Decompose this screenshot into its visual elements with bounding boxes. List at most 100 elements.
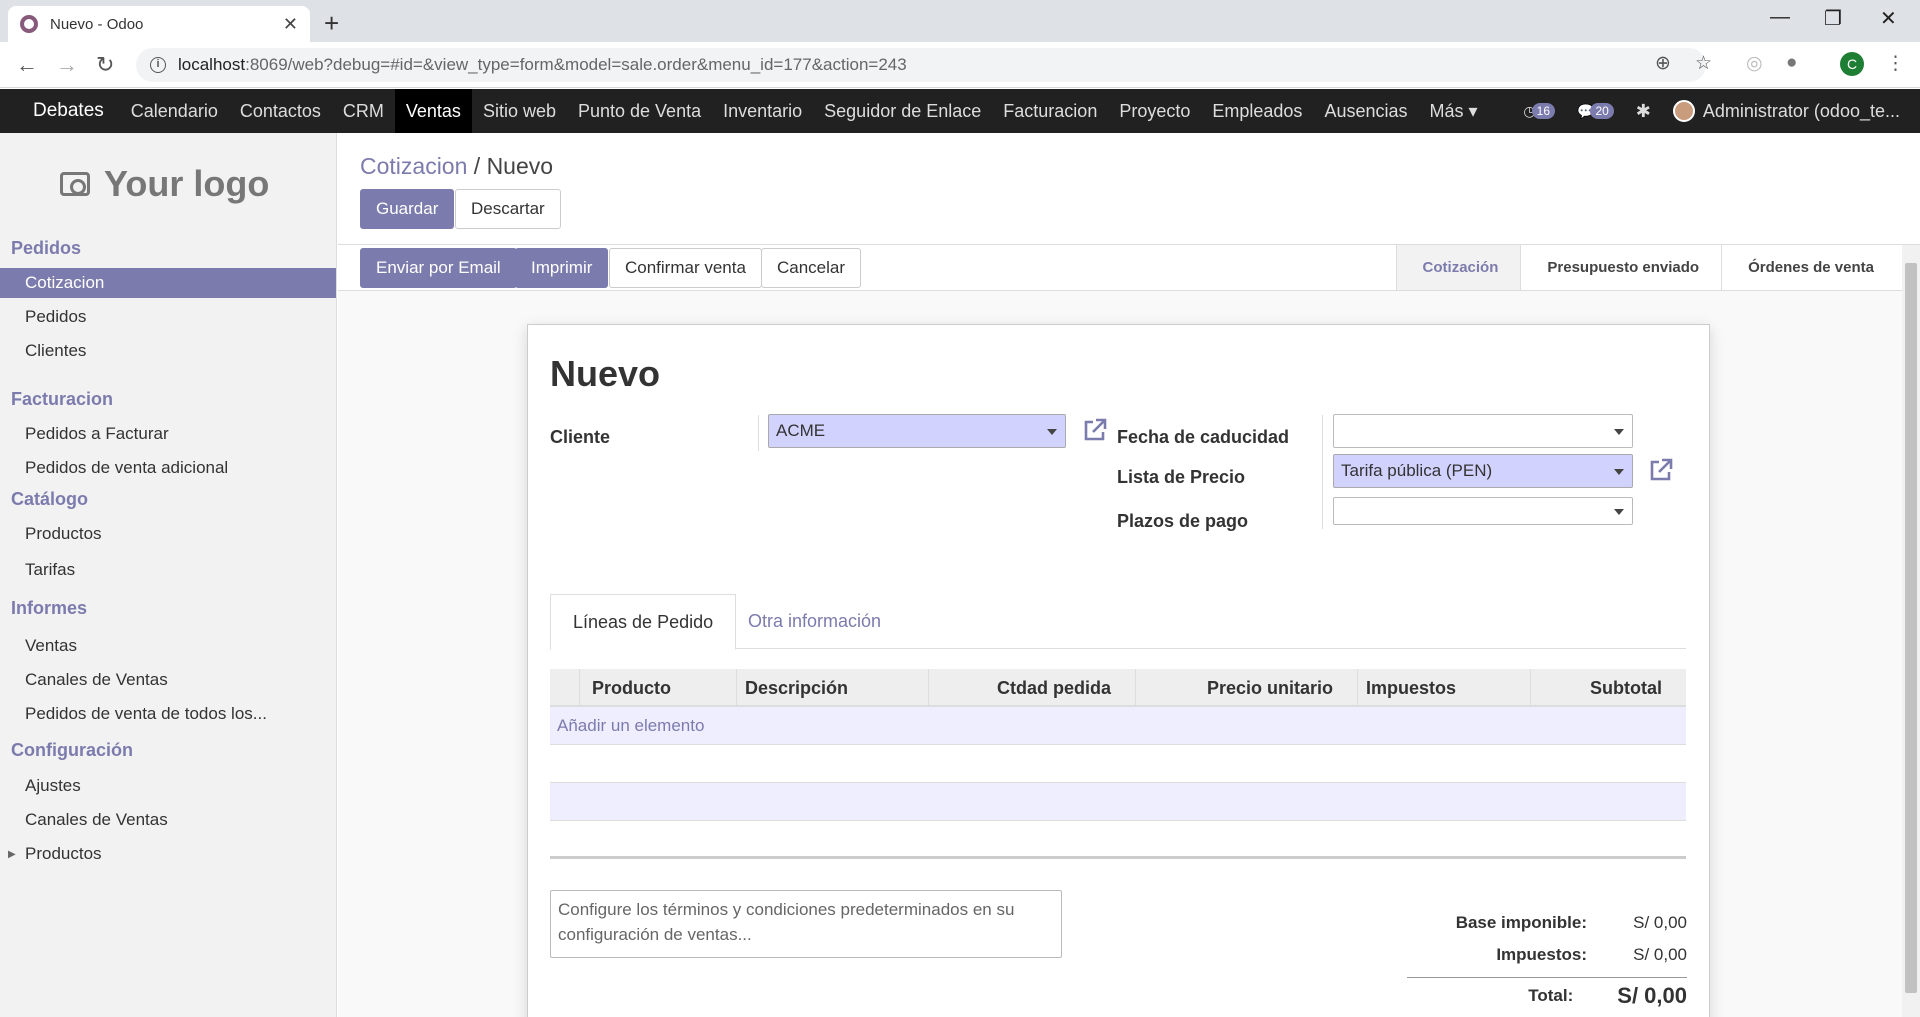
pricelist-field[interactable]: Tarifa pública (PEN): [1333, 454, 1633, 488]
send-email-button[interactable]: Enviar por Email: [360, 248, 517, 288]
messaging-menu[interactable]: 💬 20: [1577, 103, 1614, 120]
cancel-button[interactable]: Cancelar: [761, 248, 862, 288]
user-menu[interactable]: Administrator (odoo_te...: [1672, 100, 1900, 122]
menu-item-contactos[interactable]: Contactos: [229, 89, 332, 133]
discard-button[interactable]: Descartar: [455, 189, 561, 229]
back-icon[interactable]: ←: [16, 52, 38, 78]
print-button[interactable]: Imprimir: [515, 248, 609, 288]
menu-item-crm[interactable]: CRM: [332, 89, 395, 133]
divider: [1322, 415, 1323, 529]
forward-icon[interactable]: →: [56, 52, 78, 78]
sidebar-item[interactable]: Ajustes: [0, 771, 336, 801]
menu-item-ausencias[interactable]: Ausencias: [1313, 89, 1418, 133]
reload-icon[interactable]: ↻: [96, 52, 114, 78]
logo-text: Your logo: [104, 163, 270, 204]
minimize-icon[interactable]: —: [1770, 6, 1790, 29]
sidebar-item[interactable]: Tarifas: [0, 555, 336, 585]
activity-menu[interactable]: ◷ 16: [1523, 103, 1555, 120]
table-row: [550, 821, 1686, 859]
total-value: S/ 0,00: [1617, 983, 1687, 1008]
menu-item-facturacion[interactable]: Facturacion: [992, 89, 1108, 133]
menu-item-más[interactable]: Más ▾: [1419, 89, 1489, 133]
add-line-link[interactable]: Añadir un elemento: [550, 707, 1686, 745]
sidebar-item[interactable]: Ventas: [0, 631, 336, 661]
menu-item-ventas[interactable]: Ventas: [394, 89, 472, 133]
expiration-date-field[interactable]: [1333, 414, 1633, 448]
column-unit-price[interactable]: Precio unitario: [1136, 669, 1358, 707]
browser-tab[interactable]: Nuevo - Odoo ✕: [8, 6, 310, 42]
column-product[interactable]: Producto: [580, 669, 737, 707]
customer-label: Cliente: [550, 427, 611, 447]
external-link-icon[interactable]: [1082, 417, 1108, 443]
order-lines-table: Producto Descripción Ctdad pedida Precio…: [550, 669, 1686, 859]
restore-icon[interactable]: ❐: [1824, 6, 1842, 31]
browser-titlebar: Nuevo - Odoo ✕ + — ❐ ✕: [0, 0, 1920, 42]
sidebar-section-title: Facturacion: [11, 389, 114, 409]
external-link-icon[interactable]: [1648, 457, 1674, 483]
debug-bug-icon[interactable]: ✱: [1636, 101, 1651, 122]
tab-order-lines[interactable]: Líneas de Pedido: [550, 594, 737, 650]
sidebar-item[interactable]: Productos: [0, 519, 336, 549]
sidebar-item[interactable]: Productos: [0, 839, 336, 869]
column-taxes[interactable]: Impuestos: [1358, 669, 1531, 707]
payment-terms-label: Plazos de pago: [1117, 511, 1249, 531]
payment-terms-field[interactable]: [1333, 497, 1633, 525]
tab-other-info[interactable]: Otra información: [726, 594, 903, 650]
company-logo[interactable]: Your logo: [60, 163, 269, 205]
chevron-down-icon[interactable]: [1047, 429, 1057, 435]
chrome-menu-icon[interactable]: ⋮: [1886, 52, 1905, 75]
menu-item-proyecto[interactable]: Proyecto: [1108, 89, 1201, 133]
sidebar-item[interactable]: Canales de Ventas: [0, 805, 336, 835]
sidebar-item[interactable]: Canales de Ventas: [0, 665, 336, 695]
chevron-down-icon[interactable]: [1614, 509, 1624, 515]
menu-item-seguidor-de-enlace[interactable]: Seguidor de Enlace: [813, 89, 992, 133]
info-icon[interactable]: i: [150, 57, 166, 73]
zoom-icon[interactable]: ⊕: [1655, 52, 1671, 75]
scrollbar-thumb[interactable]: [1905, 263, 1917, 993]
close-window-icon[interactable]: ✕: [1880, 6, 1897, 31]
new-tab-icon[interactable]: +: [324, 8, 339, 39]
extension-2-icon[interactable]: ●: [1786, 52, 1797, 74]
extension-icon[interactable]: ◎: [1746, 52, 1763, 75]
save-button[interactable]: Guardar: [360, 189, 455, 229]
taxes-label: Impuestos:: [1496, 945, 1587, 964]
sidebar-item[interactable]: Cotizacion: [0, 268, 336, 298]
pricelist-value: Tarifa pública (PEN): [1341, 461, 1493, 480]
status-stages: Cotización Presupuesto enviado Órdenes d…: [1395, 245, 1896, 290]
sidebar-item[interactable]: Pedidos de venta de todos los...: [0, 699, 336, 729]
close-tab-icon[interactable]: ✕: [283, 14, 298, 35]
sidebar: Your logo Pedidos Cotizacion Pedidos Client…: [0, 133, 337, 1017]
menu-item-inventario[interactable]: Inventario: [712, 89, 813, 133]
menu-item-sitio-web[interactable]: Sitio web: [472, 89, 567, 133]
caret-right-icon[interactable]: ▶: [8, 849, 16, 860]
sidebar-item[interactable]: Clientes: [0, 336, 336, 366]
chevron-down-icon[interactable]: [1614, 469, 1624, 475]
menu-item-empleados[interactable]: Empleados: [1201, 89, 1313, 133]
sidebar-section-title: Catálogo: [11, 489, 89, 509]
app-menu: Debates Calendario Contactos CRM Ventas Siti…: [0, 89, 1489, 133]
terms-note-field[interactable]: Configure los términos y condiciones pre…: [550, 890, 1062, 958]
customer-value: ACME: [776, 421, 826, 440]
customer-field[interactable]: ACME: [768, 414, 1066, 448]
column-quantity[interactable]: Ctdad pedida: [929, 669, 1136, 707]
menu-item-punto-de-venta[interactable]: Punto de Venta: [567, 89, 712, 133]
stage-sales-order[interactable]: Órdenes de venta: [1721, 245, 1896, 290]
address-bar[interactable]: i localhost:8069/web?debug=#id=&view_typ…: [136, 48, 1706, 82]
message-count-badge: 20: [1590, 103, 1614, 119]
menu-brand[interactable]: Debates: [22, 89, 120, 133]
chevron-down-icon[interactable]: [1614, 429, 1624, 435]
stage-quotation[interactable]: Cotización: [1395, 245, 1521, 290]
menu-item-calendario[interactable]: Calendario: [120, 89, 229, 133]
profile-avatar[interactable]: C: [1840, 52, 1864, 76]
scrollbar[interactable]: [1902, 245, 1920, 1017]
sidebar-item[interactable]: Pedidos: [0, 302, 336, 332]
confirm-sale-button[interactable]: Confirmar venta: [609, 248, 762, 288]
total-row: Total: S/ 0,00: [1407, 977, 1687, 1009]
sidebar-item[interactable]: Pedidos a Facturar: [0, 419, 336, 449]
breadcrumb-parent[interactable]: Cotizacion: [360, 153, 467, 179]
column-description[interactable]: Descripción: [737, 669, 929, 707]
column-subtotal[interactable]: Subtotal: [1531, 669, 1686, 707]
stage-quotation-sent[interactable]: Presupuesto enviado: [1520, 245, 1721, 290]
bookmark-star-icon[interactable]: ☆: [1695, 52, 1712, 75]
sidebar-item[interactable]: Pedidos de venta adicional: [0, 453, 336, 483]
